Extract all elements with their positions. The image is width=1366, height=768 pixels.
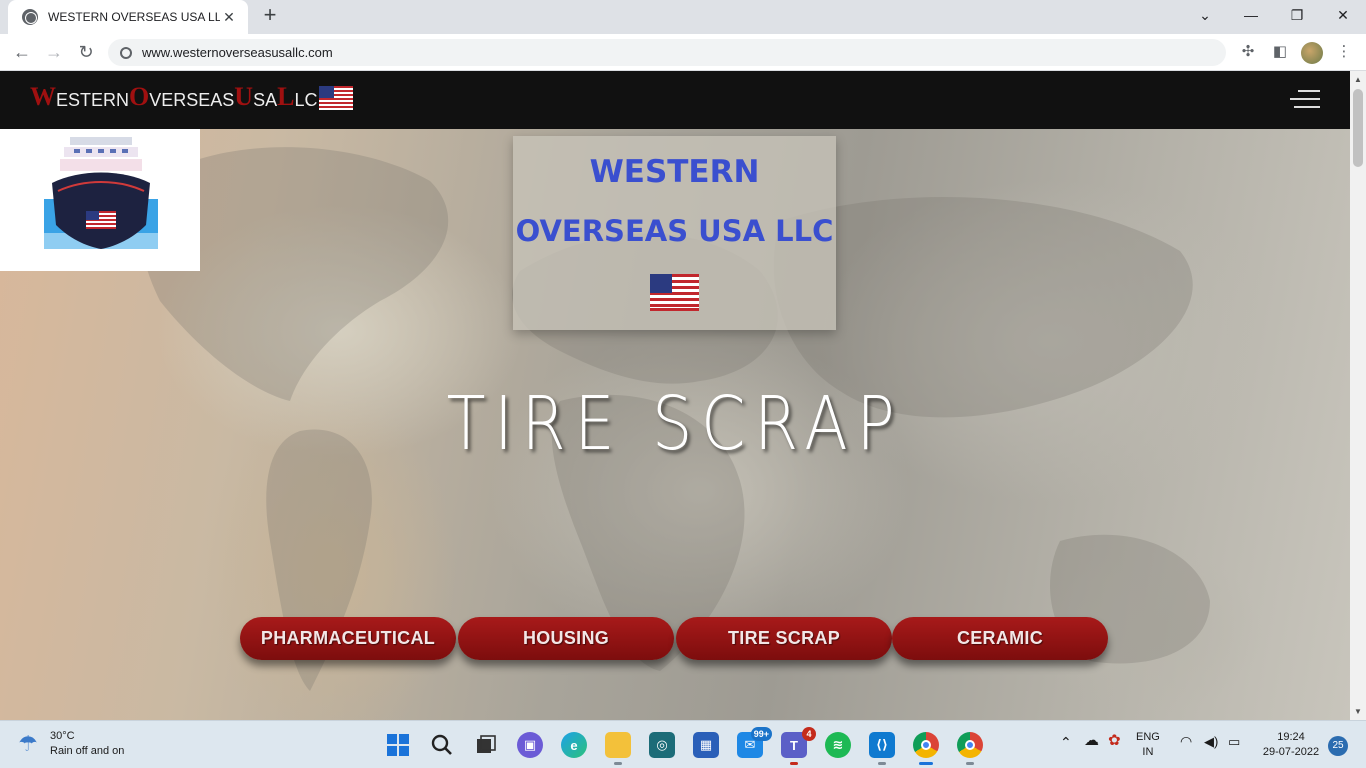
minimize-button[interactable]: — xyxy=(1228,0,1274,30)
weather-temp: 30°C xyxy=(50,730,75,742)
scrollbar-thumb[interactable] xyxy=(1353,89,1363,167)
extensions-icon[interactable]: ✣ xyxy=(1238,42,1258,62)
teams-icon[interactable]: T 4 xyxy=(781,727,816,765)
side-panel-icon[interactable]: ◧ xyxy=(1270,42,1290,62)
page-viewport: W ESTERN O VERSEAS U SA L LC WESTERN OVE… xyxy=(0,71,1350,720)
app-tray-icon[interactable]: ✿ xyxy=(1108,733,1121,748)
url-text: www.westernoverseasusallc.com xyxy=(142,45,333,60)
hamburger-menu-icon[interactable] xyxy=(1290,90,1320,110)
ship-logo-image xyxy=(0,129,200,271)
reload-icon[interactable]: ↻ xyxy=(74,40,98,64)
page-scrollbar[interactable]: ▲ ▼ xyxy=(1350,71,1366,720)
company-name-line1: WESTERN xyxy=(589,154,760,190)
brand-initial: U xyxy=(234,82,254,111)
app-icon-teal[interactable]: ◎ xyxy=(649,732,675,758)
back-icon[interactable]: ← xyxy=(10,40,34,64)
chat-icon[interactable]: ▣ xyxy=(517,732,543,758)
clock[interactable]: 19:24 29-07-2022 xyxy=(1258,730,1324,760)
company-info-box: WESTERN OVERSEAS USA LLC xyxy=(513,136,836,330)
rain-umbrella-icon: ☂ xyxy=(18,731,38,756)
menu-icon[interactable]: ⋮ xyxy=(1334,42,1354,62)
show-hidden-icons-icon[interactable]: ⌃ xyxy=(1060,735,1072,750)
battery-icon[interactable]: ▭ xyxy=(1228,734,1240,749)
search-icon[interactable] xyxy=(429,732,455,758)
clock-time: 19:24 xyxy=(1277,731,1305,743)
tab-title: WESTERN OVERSEAS USA LLC xyxy=(48,10,220,24)
us-flag-icon xyxy=(319,86,354,110)
brand-initial: L xyxy=(277,82,295,111)
chrome-icon[interactable] xyxy=(913,732,939,765)
browser-tab[interactable]: WESTERN OVERSEAS USA LLC ✕ xyxy=(8,0,248,34)
restore-button[interactable]: ❐ xyxy=(1274,0,1320,30)
brand-initial: W xyxy=(30,82,56,111)
category-button-tire-scrap[interactable]: TIRE SCRAP xyxy=(676,617,892,660)
weather-widget[interactable]: ☂ 30°C Rain off and on xyxy=(18,729,124,759)
teams-badge: 4 xyxy=(802,727,816,741)
category-button-ceramic[interactable]: CERAMIC xyxy=(892,617,1108,660)
site-navbar: W ESTERN O VERSEAS U SA L LC xyxy=(0,71,1350,129)
brand-word: LC xyxy=(294,90,318,110)
company-name-line2: OVERSEAS USA LLC xyxy=(515,214,834,248)
new-tab-button[interactable]: + xyxy=(258,4,282,28)
site-info-icon[interactable] xyxy=(120,46,132,59)
brand-initial: O xyxy=(129,82,150,111)
edge-browser-icon[interactable]: e xyxy=(561,732,587,758)
brand-word: VERSEAS xyxy=(149,90,235,110)
vscode-icon[interactable]: ⟨⟩ xyxy=(869,732,895,765)
tab-strip: WESTERN OVERSEAS USA LLC ✕ + ⌄ — ❐ ✕ xyxy=(0,0,1366,34)
category-button-pharmaceutical[interactable]: PHARMACEUTICAL xyxy=(240,617,456,660)
scroll-up-icon[interactable]: ▲ xyxy=(1350,75,1366,84)
chrome-icon[interactable] xyxy=(957,732,983,765)
weather-desc: Rain off and on xyxy=(50,745,125,757)
tab-close-icon[interactable]: ✕ xyxy=(220,9,238,26)
brand-word: SA xyxy=(253,90,278,110)
spotify-icon[interactable]: ≋ xyxy=(825,732,851,758)
close-window-button[interactable]: ✕ xyxy=(1320,0,1366,30)
mail-icon[interactable]: ✉ 99+ xyxy=(737,727,772,758)
language-code: ENG xyxy=(1136,731,1160,743)
language-indicator[interactable]: ENG IN xyxy=(1136,730,1160,760)
globe-icon xyxy=(22,9,38,25)
address-bar[interactable]: www.westernoverseasusallc.com xyxy=(108,39,1226,66)
browser-toolbar: ← → ↻ www.westernoverseasusallc.com ✣ ◧ … xyxy=(0,34,1366,71)
notification-count-badge[interactable]: 25 xyxy=(1328,736,1348,756)
windows-taskbar: ☂ 30°C Rain off and on ▣ e ◎ ▦ ✉ 99+ T 4… xyxy=(0,720,1366,768)
microsoft-store-icon[interactable]: ▦ xyxy=(693,732,719,758)
tab-search-icon[interactable]: ⌄ xyxy=(1182,0,1228,30)
forward-icon[interactable]: → xyxy=(42,40,66,64)
brand-word: ESTERN xyxy=(56,90,130,110)
windows-start-icon[interactable] xyxy=(385,732,411,758)
profile-avatar[interactable] xyxy=(1301,42,1323,64)
hero-title: TIRE SCRAP xyxy=(446,381,904,467)
category-button-housing[interactable]: HOUSING xyxy=(458,617,674,660)
mail-badge: 99+ xyxy=(750,727,772,741)
language-region: IN xyxy=(1142,746,1154,758)
task-view-icon[interactable] xyxy=(473,732,499,758)
site-brand-logo[interactable]: W ESTERN O VERSEAS U SA L LC xyxy=(30,82,354,111)
scroll-down-icon[interactable]: ▼ xyxy=(1350,707,1366,716)
file-explorer-icon[interactable] xyxy=(605,732,631,765)
us-flag-icon xyxy=(650,274,699,311)
clock-date: 29-07-2022 xyxy=(1262,746,1320,758)
volume-icon[interactable]: ◀) xyxy=(1204,734,1218,749)
onedrive-icon[interactable]: ☁ xyxy=(1084,733,1099,748)
wifi-icon[interactable]: ◠ xyxy=(1180,734,1192,749)
